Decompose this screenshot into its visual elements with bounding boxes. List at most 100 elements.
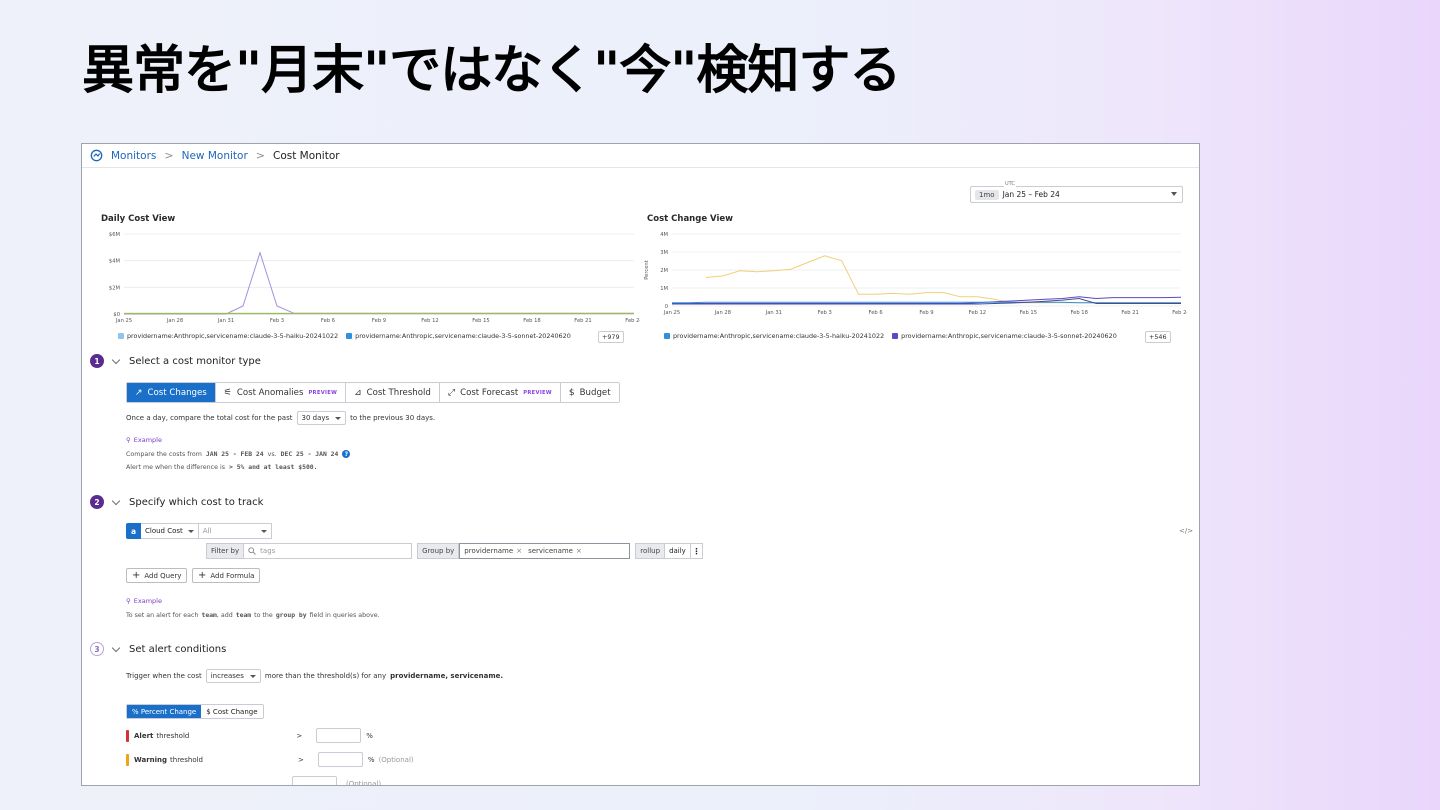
compare-period-select[interactable]: 30 days: [296, 411, 347, 425]
query-row: a Cloud Cost All: [126, 523, 272, 539]
x-tick-label: Feb 24: [625, 318, 640, 324]
legend-label: providername:Anthropic,servicename:claud…: [355, 332, 571, 340]
trigger-direction-select[interactable]: increases: [205, 669, 261, 683]
daily-cost-legend: providername:Anthropic,servicename:claud…: [118, 332, 571, 340]
tab-label: Budget: [579, 387, 611, 398]
compare-suffix: to the previous 30 days.: [350, 414, 436, 422]
legend-item[interactable]: providername:Anthropic,servicename:claud…: [346, 332, 571, 340]
change-type-toggle: % Percent Change $ Cost Change: [126, 704, 264, 719]
data-source-select[interactable]: Cloud Cost: [141, 523, 199, 539]
percent-change-option[interactable]: % Percent Change: [127, 705, 202, 718]
trigger-prefix: Trigger when the cost: [126, 672, 202, 680]
optional-label: (Optional): [378, 755, 414, 764]
example-label: Example: [133, 436, 162, 444]
legend-label: providername:Anthropic,servicename:claud…: [901, 332, 1117, 340]
cost-change-legend: providername:Anthropic,servicename:claud…: [664, 332, 1117, 340]
threshold-label: threshold: [156, 731, 190, 740]
y-axis-label: Percent: [644, 260, 650, 280]
tab-label: Cost Threshold: [366, 387, 431, 398]
step-2-header[interactable]: 2 Specify which cost to track: [90, 495, 263, 509]
example-toggle[interactable]: ⚲ Example: [126, 436, 162, 444]
warning-label: Warning: [134, 755, 168, 764]
cost-change-chart: 4M3M2M1M0Jan 25 Jan 28 Jan 31 Feb 3 Feb 6 Feb…: [644, 232, 1187, 316]
breadcrumb-monitors[interactable]: Monitors: [111, 150, 156, 162]
group-tag: servicename ×: [528, 547, 582, 555]
breadcrumb-new-monitor[interactable]: New Monitor: [182, 150, 248, 162]
metric-select[interactable]: All: [198, 523, 272, 539]
trigger-suffix: more than the threshold(s) for any: [264, 672, 387, 680]
close-icon[interactable]: ×: [576, 547, 582, 555]
add-formula-label: Add Formula: [210, 571, 255, 580]
example-text: Compare the costs from: [126, 450, 202, 458]
group-by-input[interactable]: providername × servicename ×: [459, 543, 631, 559]
tab-budget[interactable]: $ Budget: [560, 383, 619, 402]
trigger-sentence: Trigger when the cost increases more tha…: [126, 669, 503, 683]
close-icon[interactable]: ×: [516, 547, 522, 555]
example-label: Example: [133, 597, 162, 605]
legend-swatch: [664, 333, 670, 339]
legend-item[interactable]: providername:Anthropic,servicename:claud…: [118, 332, 338, 340]
add-query-button[interactable]: + Add Query: [126, 568, 188, 583]
cost-change-title: Cost Change View: [647, 214, 734, 224]
example-toggle[interactable]: ⚲ Example: [126, 597, 162, 605]
example-text: vs.: [267, 450, 277, 458]
x-tick-label: Jan 31: [765, 310, 782, 316]
code-view-icon[interactable]: </>: [1179, 527, 1193, 535]
example-range: JAN 25 - FEB 24: [205, 450, 264, 458]
step-1-header[interactable]: 1 Select a cost monitor type: [90, 354, 261, 368]
filter-label: Filter by: [206, 543, 245, 559]
tab-cost-forecast[interactable]: ⤢ Cost Forecast PREVIEW: [439, 383, 561, 402]
chevron-down-icon: [111, 496, 121, 505]
query-letter: a: [126, 523, 141, 539]
step-number: 3: [90, 642, 104, 656]
add-formula-button[interactable]: + Add Formula: [192, 568, 261, 583]
example-text: field in queries above.: [309, 611, 380, 619]
forecast-chart-icon: ⤢: [447, 387, 456, 398]
legend-swatch: [346, 333, 353, 339]
more-series-badge[interactable]: +979: [598, 331, 624, 343]
min-change-input[interactable]: [292, 776, 337, 785]
chevron-down-icon: [1171, 192, 1177, 196]
chevron-right-icon: >: [164, 149, 174, 162]
compare-sentence: Once a day, compare the total cost for t…: [126, 411, 435, 425]
y-tick-label: 4M: [660, 232, 668, 238]
legend-item[interactable]: providername:Anthropic,servicename:claud…: [892, 332, 1117, 340]
example-line-1: Compare the costs from JAN 25 - FEB 24 v…: [126, 450, 351, 458]
tab-cost-threshold[interactable]: ⊿ Cost Threshold: [346, 383, 440, 402]
help-icon[interactable]: ?: [342, 450, 351, 458]
legend-item[interactable]: providername:Anthropic,servicename:claud…: [664, 332, 884, 340]
more-options-icon[interactable]: ⋮: [690, 543, 703, 559]
plus-icon: +: [132, 569, 141, 581]
step-3-header[interactable]: 3 Set alert conditions: [90, 642, 226, 656]
lightbulb-icon: ⚲: [126, 436, 131, 444]
breadcrumb-current: Cost Monitor: [272, 149, 340, 162]
x-tick-label: Jan 31: [217, 318, 234, 324]
alert-threshold-input[interactable]: [316, 728, 362, 743]
series-line: [705, 255, 1181, 304]
example-text: , add: [216, 611, 233, 619]
tab-cost-changes[interactable]: ↗ Cost Changes: [127, 383, 216, 402]
cost-change-option[interactable]: $ Cost Change: [201, 705, 262, 718]
tab-label: Cost Anomalies: [236, 387, 304, 398]
legend-swatch: [118, 333, 124, 339]
preview-badge: PREVIEW: [523, 389, 552, 396]
group-tag-label: providername: [464, 547, 514, 555]
chevron-right-icon: >: [255, 149, 265, 162]
filter-row: Filter by tags Group by providername × s…: [206, 543, 703, 559]
tab-cost-anomalies[interactable]: ⚟ Cost Anomalies PREVIEW: [215, 383, 347, 402]
x-tick-label: Feb 15: [472, 318, 489, 324]
trigger-fields: providername, servicename.: [390, 672, 504, 680]
warning-threshold-input[interactable]: [317, 752, 363, 767]
x-tick-label: Feb 3: [818, 310, 832, 316]
tab-label: Cost Forecast: [460, 387, 519, 398]
x-tick-label: Feb 3: [270, 318, 284, 324]
rollup-select[interactable]: daily: [665, 543, 691, 559]
filter-placeholder: tags: [260, 547, 276, 555]
more-series-badge[interactable]: +546: [1145, 331, 1171, 343]
filter-tags-input[interactable]: tags: [244, 543, 413, 559]
x-tick-label: Feb 18: [523, 318, 540, 324]
trigger-direction-value: increases: [210, 672, 244, 680]
trend-chart-icon: ↗: [135, 387, 143, 398]
date-range-picker[interactable]: 1mo Jan 25 – Feb 24: [970, 186, 1183, 203]
percent-unit: %: [366, 731, 373, 740]
